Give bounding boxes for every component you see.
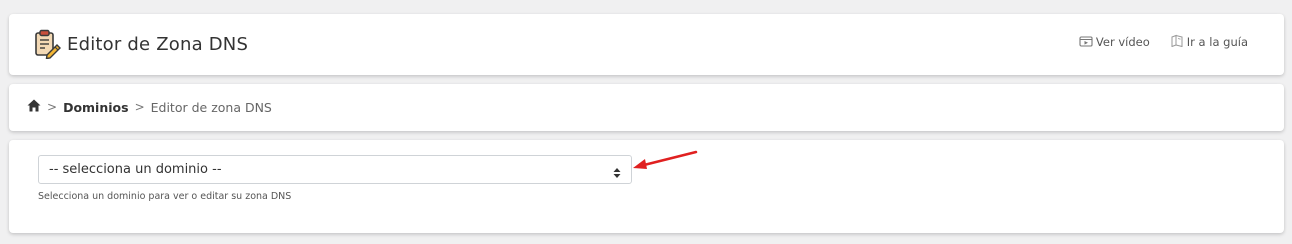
guide-link[interactable]: Ir a la guía bbox=[1170, 34, 1248, 50]
header-card: Editor de Zona DNS Ver vídeo Ir a la guí… bbox=[9, 14, 1284, 75]
guide-link-label: Ir a la guía bbox=[1186, 35, 1248, 49]
annotation-arrow-icon bbox=[630, 148, 700, 176]
breadcrumb-separator: > bbox=[47, 100, 58, 114]
header-links: Ver vídeo Ir a la guía bbox=[1079, 34, 1248, 50]
domain-select-value: -- selecciona un dominio -- bbox=[49, 162, 222, 177]
video-link[interactable]: Ver vídeo bbox=[1079, 35, 1150, 50]
breadcrumb-item-dominios[interactable]: Dominios bbox=[63, 100, 129, 115]
clipboard-pencil-icon bbox=[33, 29, 61, 60]
breadcrumb: > Dominios > Editor de zona DNS bbox=[27, 99, 272, 115]
domain-select-help: Selecciona un dominio para ver o editar … bbox=[38, 191, 292, 202]
domain-select[interactable]: -- selecciona un dominio -- bbox=[38, 155, 632, 184]
home-icon[interactable] bbox=[27, 99, 41, 115]
page-title: Editor de Zona DNS bbox=[67, 33, 249, 55]
book-icon bbox=[1170, 34, 1187, 50]
video-link-label: Ver vídeo bbox=[1095, 35, 1150, 49]
breadcrumb-separator: > bbox=[134, 100, 145, 114]
title-wrap: Editor de Zona DNS bbox=[33, 29, 249, 60]
breadcrumb-card: > Dominios > Editor de zona DNS bbox=[9, 84, 1284, 131]
breadcrumb-item-current: Editor de zona DNS bbox=[150, 99, 272, 115]
video-icon bbox=[1079, 35, 1096, 50]
sort-arrows-icon bbox=[613, 164, 621, 183]
